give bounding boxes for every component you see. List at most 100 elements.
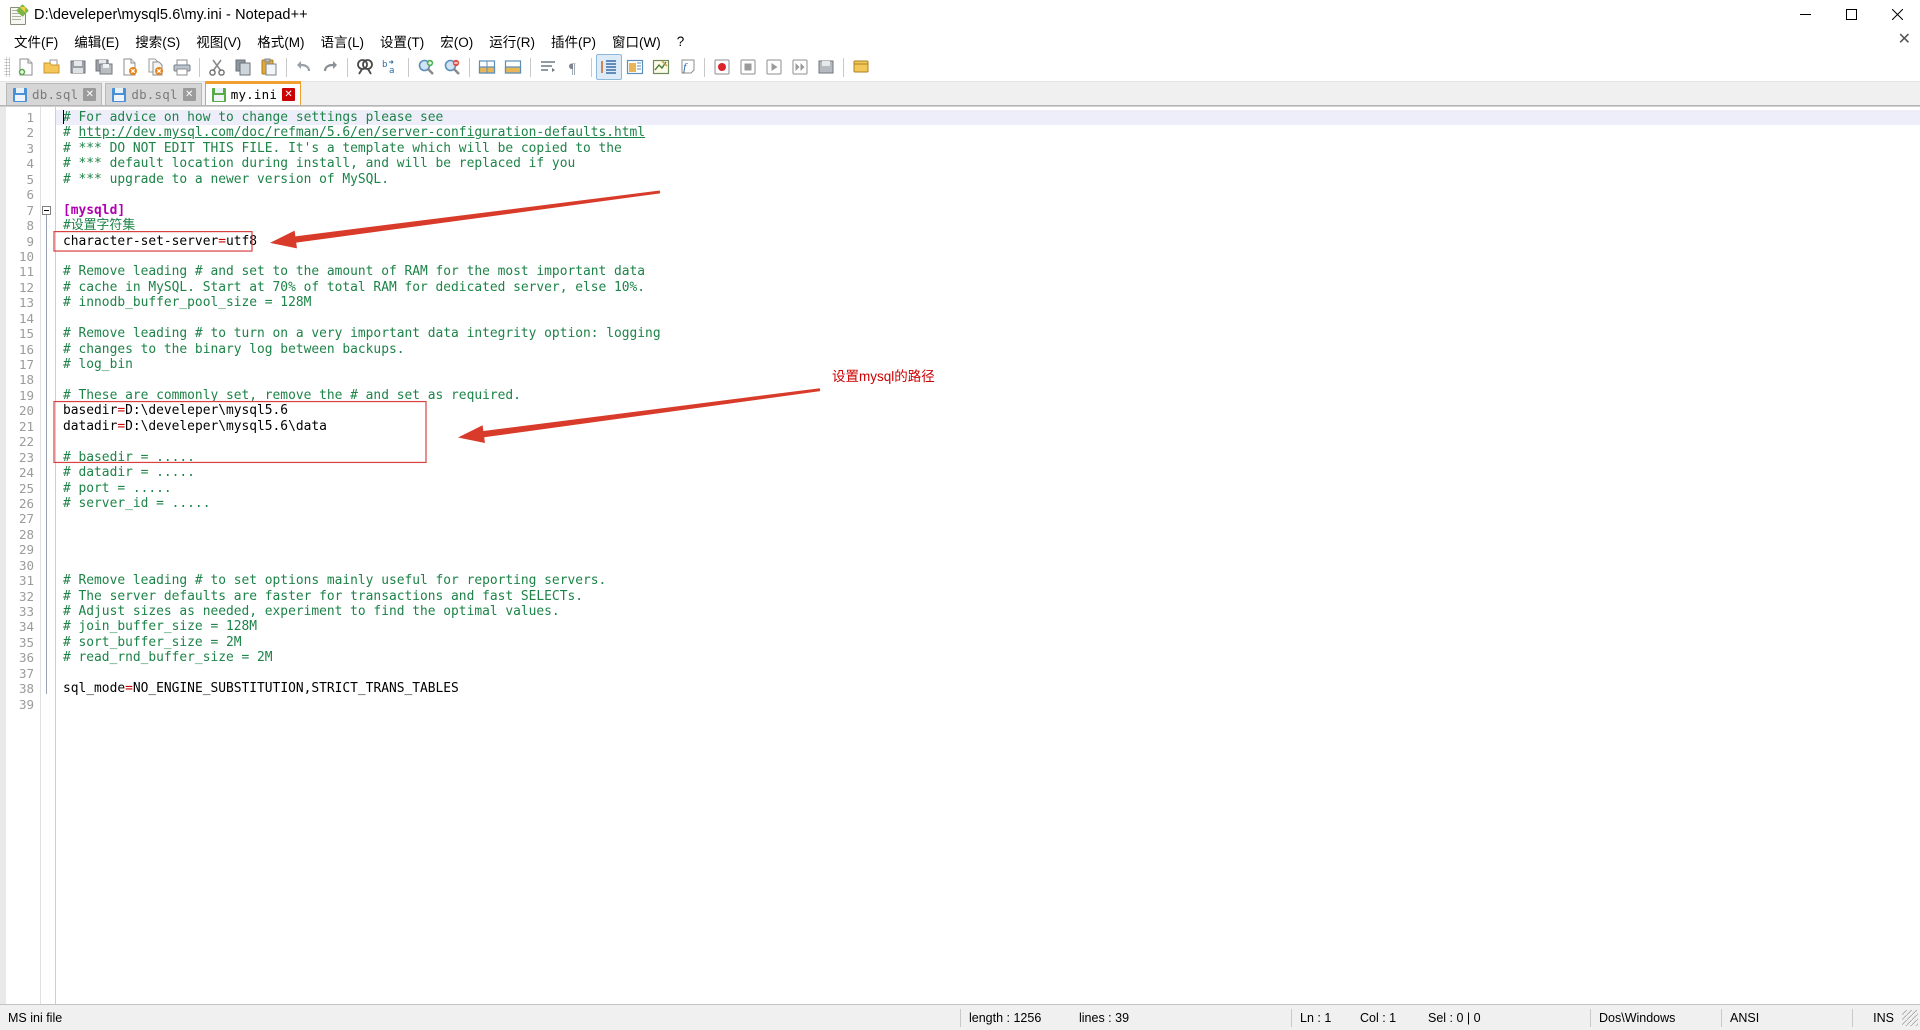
code-line[interactable]: # Remove leading # to turn on a very imp… [56,326,1920,341]
function-list-icon[interactable]: f [674,54,700,80]
code-line[interactable]: # cache in MySQL. Start at 70% of total … [56,280,1920,295]
code-line[interactable]: # basedir = ..... [56,450,1920,465]
tab-my-ini[interactable]: my.ini ✕ [204,81,302,105]
stop-recording-macro-icon[interactable] [735,54,761,80]
menu-search[interactable]: 搜索(S) [127,29,188,53]
code-line[interactable]: # Remove leading # to set options mainly… [56,573,1920,588]
tab-close-icon[interactable]: ✕ [282,88,296,101]
save-icon[interactable] [65,54,91,80]
code-line[interactable] [56,697,1920,712]
resize-grip[interactable] [1902,1009,1918,1026]
code-line[interactable]: # innodb_buffer_pool_size = 128M [56,295,1920,310]
word-wrap-icon[interactable] [535,54,561,80]
menu-settings[interactable]: 设置(T) [372,29,432,53]
indent-guide-icon[interactable] [596,54,622,80]
paste-icon[interactable] [256,54,282,80]
code-line[interactable]: character-set-server=utf8 [56,234,1920,249]
start-recording-macro-icon[interactable] [709,54,735,80]
run-icon[interactable] [848,54,874,80]
new-file-icon[interactable] [13,54,39,80]
document-map-icon[interactable] [648,54,674,80]
close-document-icon[interactable] [117,54,143,80]
toolbar-grip[interactable] [4,57,10,77]
code-line[interactable] [56,542,1920,557]
code-line[interactable]: # join_buffer_size = 128M [56,619,1920,634]
replace-icon[interactable]: ba [378,54,404,80]
menu-plugins[interactable]: 插件(P) [543,29,604,53]
code-folding-column[interactable] [40,107,55,1004]
code-line[interactable] [56,249,1920,264]
code-line[interactable]: datadir=D:\develeper\mysql5.6\data [56,419,1920,434]
code-line[interactable]: # *** upgrade to a newer version of MySQ… [56,172,1920,187]
fold-collapse-icon[interactable] [42,205,51,215]
user-defined-dialog-icon[interactable] [622,54,648,80]
print-icon[interactable] [169,54,195,80]
code-line[interactable]: # read_rnd_buffer_size = 2M [56,650,1920,665]
code-line[interactable]: # Adjust sizes as needed, experiment to … [56,604,1920,619]
menu-edit[interactable]: 编辑(E) [66,29,127,53]
code-line[interactable] [56,311,1920,326]
code-line[interactable]: # port = ..... [56,481,1920,496]
run-macro-multiple-times-icon[interactable] [787,54,813,80]
cut-icon[interactable] [204,54,230,80]
zoom-in-icon[interactable] [413,54,439,80]
menu-language[interactable]: 语言(L) [313,29,373,53]
close-document-x-icon[interactable]: ✕ [1898,31,1911,49]
save-all-icon[interactable] [91,54,117,80]
code-line[interactable]: # changes to the binary log between back… [56,342,1920,357]
code-line[interactable]: # *** default location during install, a… [56,156,1920,171]
tab-db-sql-1[interactable]: db.sql ✕ [6,83,103,105]
tab-close-icon[interactable]: ✕ [182,88,196,101]
tab-label: my.ini [230,87,278,102]
code-line[interactable]: # datadir = ..... [56,465,1920,480]
code-line[interactable]: # http://dev.mysql.com/doc/refman/5.6/en… [56,125,1920,140]
code-line[interactable]: [mysqld] [56,203,1920,218]
code-text-area[interactable]: # For advice on how to change settings p… [55,107,1920,1004]
code-line[interactable] [56,372,1920,387]
code-line[interactable] [56,434,1920,449]
menu-window[interactable]: 窗口(W) [604,29,669,53]
tab-close-icon[interactable]: ✕ [83,88,97,101]
code-line[interactable]: # For advice on how to change settings p… [56,110,1920,126]
zoom-out-icon[interactable] [439,54,465,80]
code-line[interactable] [56,511,1920,526]
code-line[interactable] [56,527,1920,542]
code-line[interactable]: # server_id = ..... [56,496,1920,511]
close-all-documents-icon[interactable] [143,54,169,80]
close-button[interactable] [1874,0,1920,29]
code-line[interactable]: # The server defaults are faster for tra… [56,589,1920,604]
code-line[interactable]: # Remove leading # and set to the amount… [56,264,1920,279]
undo-icon[interactable] [291,54,317,80]
code-line[interactable]: basedir=D:\develeper\mysql5.6 [56,403,1920,418]
show-all-characters-icon[interactable]: ¶ [561,54,587,80]
code-line[interactable]: # log_bin [56,357,1920,372]
find-icon[interactable] [352,54,378,80]
menu-macro[interactable]: 宏(O) [432,29,481,53]
window-title: D:\develeper\mysql5.6\my.ini - Notepad++ [34,6,308,23]
code-line[interactable]: sql_mode=NO_ENGINE_SUBSTITUTION,STRICT_T… [56,681,1920,696]
sync-horizontal-scroll-icon[interactable] [500,54,526,80]
code-line[interactable] [56,558,1920,573]
minimize-button[interactable] [1782,0,1828,29]
copy-icon[interactable] [230,54,256,80]
menu-view[interactable]: 视图(V) [188,29,249,53]
maximize-button[interactable] [1828,0,1874,29]
code-line[interactable]: #设置字符集 [56,218,1920,233]
code-line[interactable]: # These are commonly set, remove the # a… [56,388,1920,403]
play-macro-icon[interactable] [761,54,787,80]
redo-icon[interactable] [317,54,343,80]
sync-vertical-scroll-icon[interactable] [474,54,500,80]
menu-format[interactable]: 格式(M) [249,29,312,53]
open-file-icon[interactable] [39,54,65,80]
menu-help[interactable]: ? [669,32,693,51]
code-line[interactable] [56,666,1920,681]
code-line[interactable]: # sort_buffer_size = 2M [56,635,1920,650]
menu-run[interactable]: 运行(R) [481,29,543,53]
tab-db-sql-2[interactable]: db.sql ✕ [105,83,202,105]
code-line[interactable] [56,187,1920,202]
editor-area[interactable]: 1 2 3 4 5 6 7 8 9 10 11 12 13 14 15 16 17 18 19 20 21 22 23 24 2… [0,106,1920,1004]
status-ln: Ln : 1 [1300,1010,1332,1025]
code-line[interactable]: # *** DO NOT EDIT THIS FILE. It's a temp… [56,141,1920,156]
menu-file[interactable]: 文件(F) [6,29,66,53]
save-macro-icon[interactable] [813,54,839,80]
